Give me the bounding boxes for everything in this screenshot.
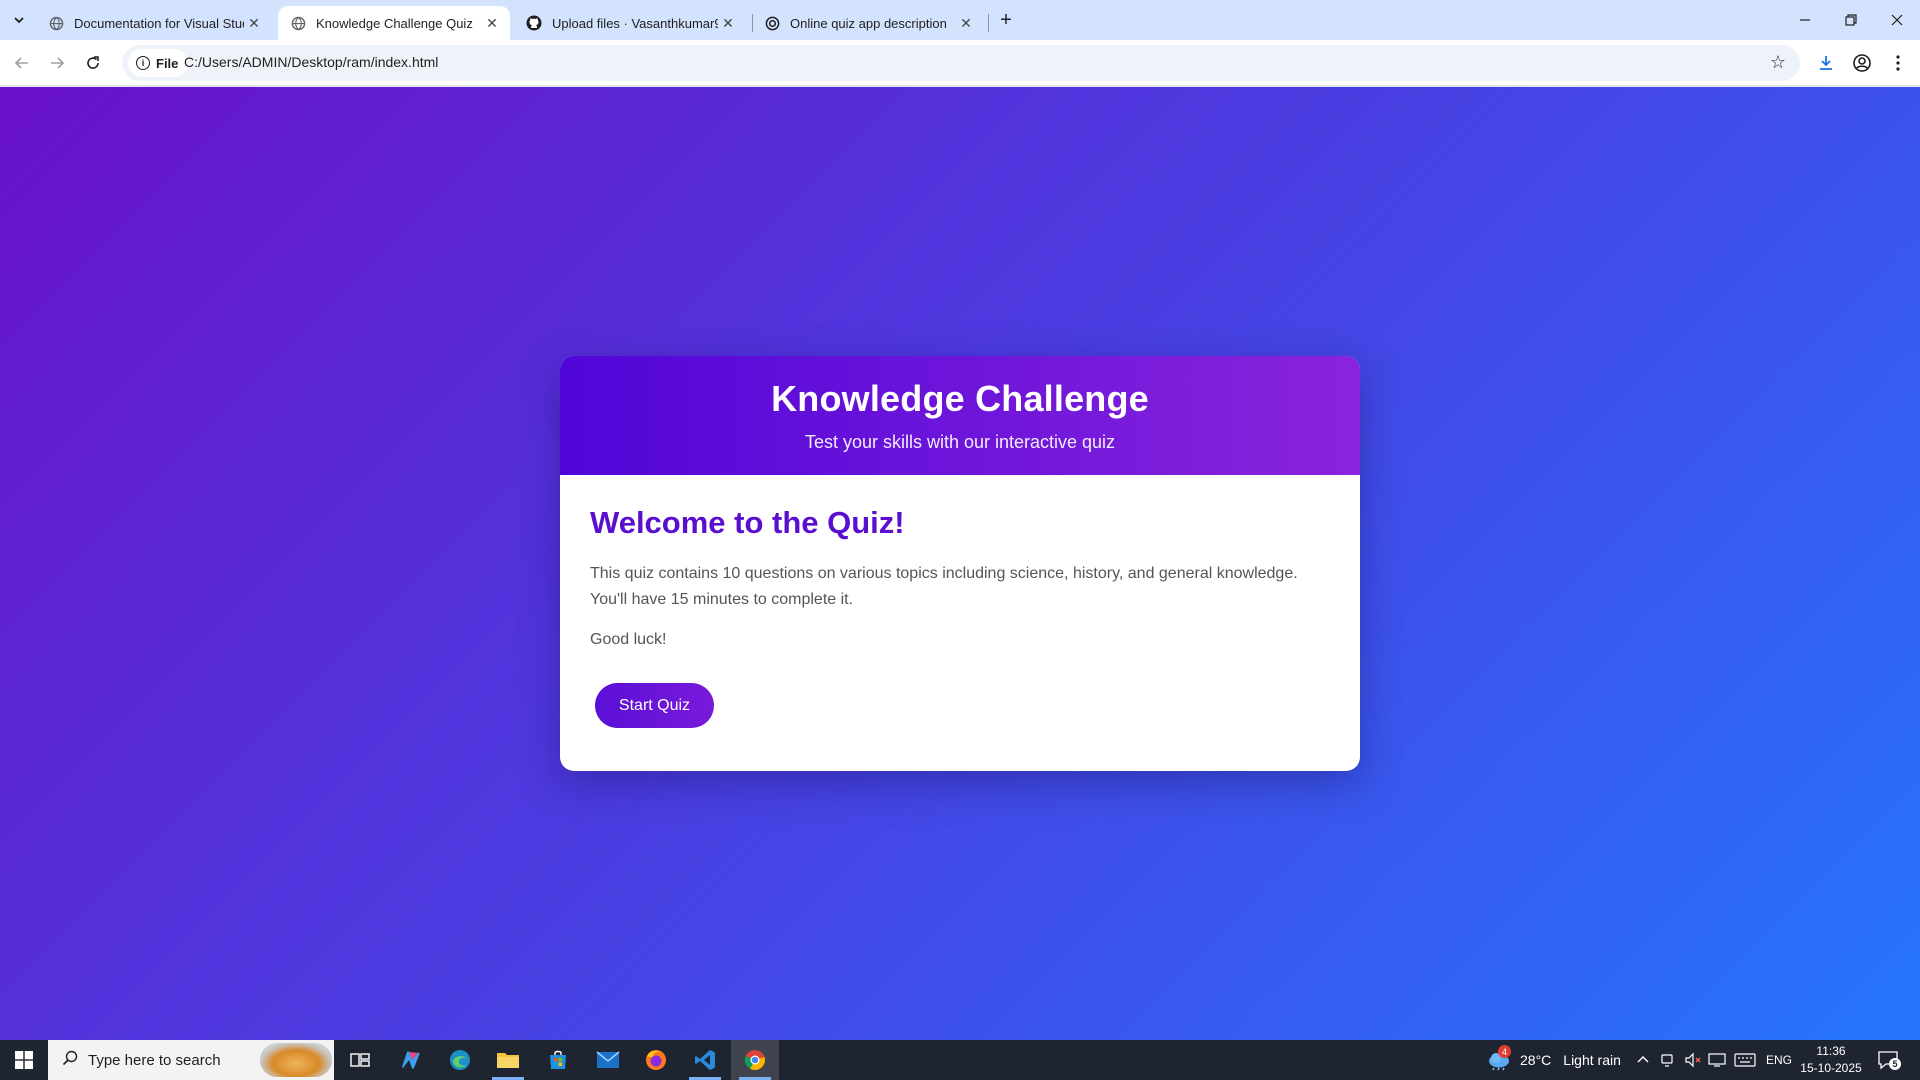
weather-alert-badge: 4 bbox=[1498, 1045, 1511, 1058]
notification-count-badge: 5 bbox=[1889, 1058, 1901, 1070]
weather-widget[interactable]: 4 28°C Light rain bbox=[1486, 1040, 1621, 1080]
tab-title: Upload files · Vasanthkumar93/ bbox=[552, 15, 718, 31]
meet-now-icon[interactable] bbox=[1660, 1040, 1676, 1080]
tab-strip: Documentation for Visual Studi ✕ Knowled… bbox=[0, 0, 1920, 40]
globe-icon bbox=[48, 15, 64, 31]
site-info-chip[interactable]: i File bbox=[128, 49, 189, 77]
restore-icon[interactable] bbox=[1828, 0, 1874, 40]
search-highlight-image bbox=[260, 1043, 332, 1077]
notification-center-icon[interactable]: 5 bbox=[1876, 1048, 1901, 1072]
chrome-icon[interactable] bbox=[731, 1040, 779, 1080]
edge-icon[interactable] bbox=[436, 1040, 484, 1080]
search-icon bbox=[62, 1050, 78, 1070]
tab-online-quiz-app[interactable]: Online quiz app description ✕ bbox=[752, 6, 984, 40]
openai-icon bbox=[764, 15, 780, 31]
volume-muted-icon[interactable] bbox=[1684, 1040, 1702, 1080]
start-quiz-button[interactable]: Start Quiz bbox=[595, 683, 714, 728]
close-tab-icon[interactable]: ✕ bbox=[718, 13, 738, 33]
quiz-description: This quiz contains 10 questions on vario… bbox=[590, 565, 1298, 608]
browser-toolbar: i File C:/Users/ADMIN/Desktop/ram/index.… bbox=[0, 40, 1920, 86]
quiz-card: Knowledge Challenge Test your skills wit… bbox=[560, 356, 1360, 771]
clock-date: 15-10-2025 bbox=[1800, 1061, 1862, 1075]
windows-taskbar: Type here to search 4 28°C Light rain EN… bbox=[0, 1040, 1920, 1080]
back-arrow-icon[interactable] bbox=[8, 49, 36, 77]
vscode-icon[interactable] bbox=[681, 1040, 729, 1080]
task-view-icon[interactable] bbox=[336, 1040, 384, 1080]
weather-description: Light rain bbox=[1563, 1052, 1621, 1068]
url-text[interactable]: C:/Users/ADMIN/Desktop/ram/index.html bbox=[184, 54, 438, 70]
tab-title: Documentation for Visual Studi bbox=[74, 15, 244, 31]
clock-time: 11:36 bbox=[1816, 1044, 1846, 1058]
mail-icon[interactable] bbox=[584, 1040, 632, 1080]
keyboard-icon[interactable] bbox=[1734, 1040, 1756, 1080]
globe-icon bbox=[290, 15, 306, 31]
bookmark-star-icon[interactable]: ☆ bbox=[1770, 52, 1786, 73]
address-bar[interactable]: i File C:/Users/ADMIN/Desktop/ram/index.… bbox=[122, 45, 1800, 81]
clock[interactable]: 11:36 15-10-2025 bbox=[1798, 1043, 1864, 1077]
show-hidden-icons-chevron[interactable] bbox=[1636, 1040, 1650, 1080]
firefox-icon[interactable] bbox=[632, 1040, 680, 1080]
page-background: Knowledge Challenge Test your skills wit… bbox=[0, 87, 1920, 1040]
taskbar-search-box[interactable]: Type here to search bbox=[48, 1040, 334, 1080]
tab-search-chevron-icon[interactable] bbox=[8, 9, 30, 31]
close-window-icon[interactable] bbox=[1874, 0, 1920, 40]
page-subtitle: Test your skills with our interactive qu… bbox=[804, 432, 1116, 452]
rain-cloud-icon: 4 bbox=[1486, 1045, 1512, 1071]
windows-start-icon[interactable] bbox=[0, 1040, 48, 1080]
tab-knowledge-challenge-quiz[interactable]: Knowledge Challenge Quiz ✕ bbox=[278, 6, 510, 40]
welcome-heading: Welcome to the Quiz! bbox=[590, 505, 905, 540]
language-indicator[interactable]: ENG bbox=[1766, 1040, 1792, 1080]
tab-title: Knowledge Challenge Quiz bbox=[316, 15, 473, 31]
minimize-icon[interactable] bbox=[1782, 0, 1828, 40]
file-explorer-icon[interactable] bbox=[484, 1040, 532, 1080]
search-placeholder: Type here to search bbox=[88, 1051, 221, 1069]
reload-icon[interactable] bbox=[79, 49, 107, 77]
close-tab-icon[interactable]: ✕ bbox=[244, 13, 264, 33]
weather-temperature: 28°C bbox=[1520, 1052, 1552, 1068]
microsoft-store-icon[interactable] bbox=[534, 1040, 582, 1080]
new-tab-plus-icon[interactable]: + bbox=[992, 8, 1020, 32]
tab-upload-files[interactable]: Upload files · Vasanthkumar93/ ✕ bbox=[514, 6, 746, 40]
tab-documentation[interactable]: Documentation for Visual Studi ✕ bbox=[36, 6, 272, 40]
quiz-header: Knowledge Challenge Test your skills wit… bbox=[560, 356, 1360, 475]
close-tab-icon[interactable]: ✕ bbox=[482, 13, 502, 33]
forward-arrow-icon[interactable] bbox=[43, 49, 71, 77]
info-icon: i bbox=[136, 56, 150, 70]
close-tab-icon[interactable]: ✕ bbox=[956, 13, 976, 33]
github-icon bbox=[526, 15, 542, 31]
tab-title: Online quiz app description bbox=[790, 15, 947, 31]
site-chip-label: File bbox=[156, 55, 179, 71]
welcome-screen: Welcome to the Quiz! This quiz contains … bbox=[560, 475, 1360, 758]
copilot-icon[interactable] bbox=[386, 1040, 434, 1080]
good-luck-text: Good luck! bbox=[590, 631, 667, 648]
network-icon[interactable] bbox=[1708, 1040, 1726, 1080]
tab-divider bbox=[988, 14, 989, 32]
profile-icon[interactable] bbox=[1848, 49, 1876, 77]
download-icon[interactable] bbox=[1812, 49, 1840, 77]
menu-kebab-icon[interactable] bbox=[1884, 49, 1912, 77]
page-title: Knowledge Challenge bbox=[771, 378, 1149, 419]
